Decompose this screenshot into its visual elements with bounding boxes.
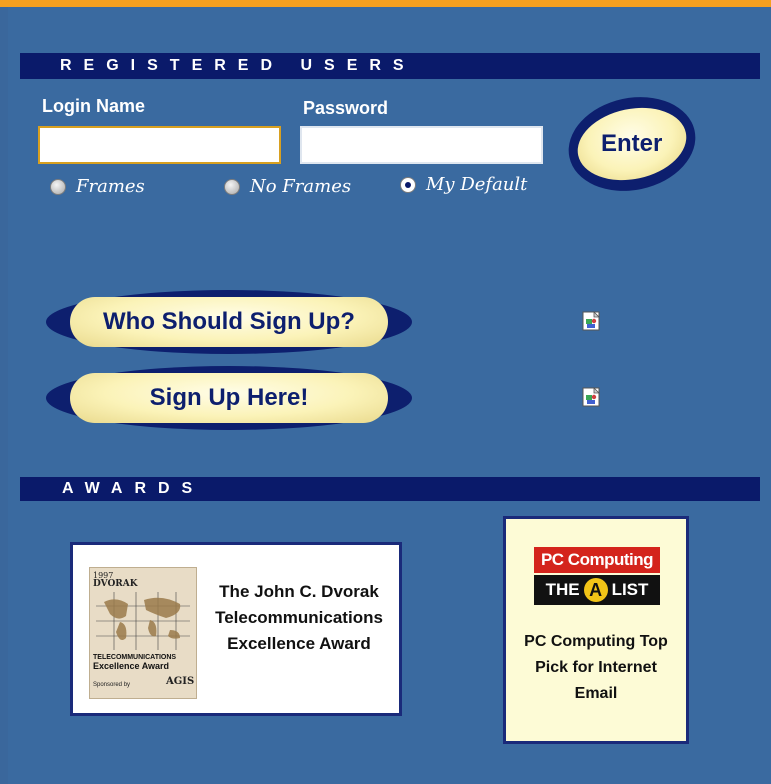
pc-computing-award-title: PC Computing Top Pick for Internet Email (524, 633, 668, 702)
pc-computing-logo-top: PC Computing (534, 547, 660, 573)
broken-image-icon (582, 311, 600, 331)
registered-users-header: REGISTERED USERS (20, 53, 760, 79)
who-should-sign-up-label: Who Should Sign Up? (103, 308, 355, 335)
dvorak-award[interactable]: 1997 DVORAK TELECOMMUNICATIONS Excellenc… (70, 542, 402, 716)
enter-button-label: Enter (601, 130, 663, 158)
radio-no-frames-label: No Frames (250, 176, 352, 197)
awards-title: AWARDS (62, 480, 205, 497)
badge-line2: Excellence Award (93, 661, 170, 671)
sign-up-here-label: Sign Up Here! (149, 384, 309, 411)
dvorak-award-title: The John C. Dvorak Telecommunications Ex… (215, 582, 383, 653)
pc-computing-logo: PC Computing THE A LIST (534, 547, 660, 609)
radio-my-default-dot (400, 176, 416, 193)
top-accent-bar (0, 0, 771, 7)
radio-no-frames[interactable]: No Frames (224, 176, 351, 197)
enter-button-face: Enter (570, 98, 694, 190)
dvorak-award-badge: 1997 DVORAK TELECOMMUNICATIONS Excellenc… (89, 567, 197, 699)
who-should-sign-up-button[interactable]: Who Should Sign Up? (46, 290, 412, 354)
broken-image-icon (582, 387, 600, 407)
radio-no-frames-dot (224, 178, 240, 195)
radio-frames[interactable]: Frames (50, 176, 145, 197)
who-should-sign-up-face: Who Should Sign Up? (70, 297, 388, 347)
radio-my-default[interactable]: My Default (400, 174, 527, 195)
pc-computing-award[interactable]: PC Computing THE A LIST PC Computing Top… (503, 516, 689, 744)
logo-the: THE (545, 580, 580, 599)
left-strip (0, 7, 8, 784)
sign-up-here-face: Sign Up Here! (70, 373, 388, 423)
globe-map-icon (96, 592, 190, 650)
registered-users-title: REGISTERED USERS (60, 57, 416, 74)
radio-frames-label: Frames (76, 176, 145, 197)
password-input[interactable] (300, 126, 543, 164)
awards-header: AWARDS (20, 477, 760, 501)
login-name-input[interactable] (38, 126, 281, 164)
pc-computing-a-list: THE A LIST (534, 575, 660, 605)
logo-a: A (583, 578, 608, 602)
logo-list: LIST (611, 580, 649, 599)
enter-button[interactable]: Enter (559, 85, 705, 203)
badge-name: DVORAK (93, 579, 138, 589)
badge-logo: AGIS (166, 676, 195, 687)
badge-sponsor: Sponsored by (93, 682, 131, 688)
radio-frames-dot (50, 178, 66, 195)
password-label: Password (303, 98, 389, 118)
login-name-label: Login Name (42, 96, 146, 116)
radio-my-default-label: My Default (426, 174, 528, 195)
sign-up-here-button[interactable]: Sign Up Here! (46, 366, 412, 430)
